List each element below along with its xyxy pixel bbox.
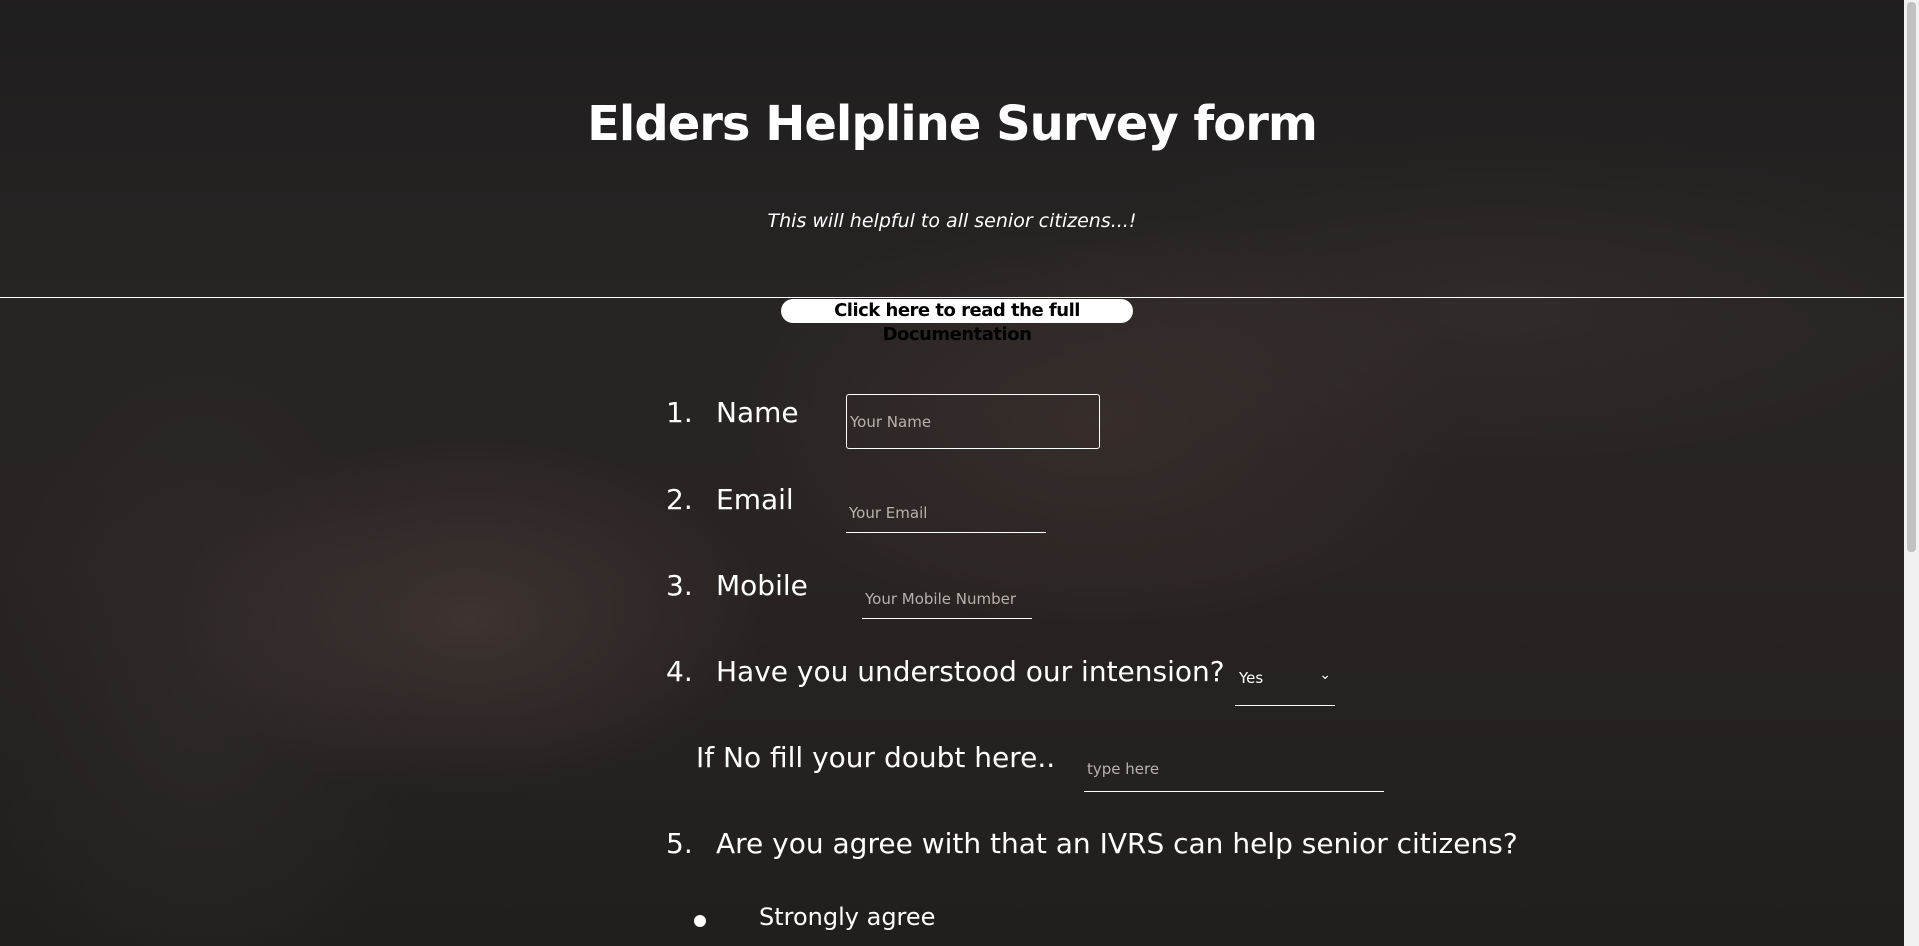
chevron-down-icon: ⌄ xyxy=(1319,667,1331,683)
page-subtitle: This will helpful to all senior citizens… xyxy=(767,210,1137,232)
page-title: Elders Helpline Survey form xyxy=(587,96,1318,152)
question-number: 2. xyxy=(666,483,693,516)
mobile-input[interactable] xyxy=(862,579,1032,619)
question-number: 5. xyxy=(666,827,693,860)
email-label: Email xyxy=(716,483,794,516)
strongly-agree-radio[interactable] xyxy=(694,915,706,927)
vertical-scrollbar[interactable] xyxy=(1904,0,1919,946)
name-input[interactable] xyxy=(846,394,1100,449)
survey-page: Elders Helpline Survey form This will he… xyxy=(0,0,1904,946)
scrollbar-thumb[interactable] xyxy=(1907,2,1916,552)
understood-select[interactable]: Yes ⌄ xyxy=(1235,659,1335,706)
email-input[interactable] xyxy=(846,493,1046,533)
documentation-link[interactable]: Click here to read the full Documentatio… xyxy=(781,299,1133,345)
ivrs-label: Are you agree with that an IVRS can help… xyxy=(716,827,1518,860)
name-label: Name xyxy=(716,396,799,429)
mobile-label: Mobile xyxy=(716,569,808,602)
understood-label: Have you understood our intension? xyxy=(716,655,1225,688)
question-number: 4. xyxy=(666,655,693,688)
header-divider xyxy=(0,297,1904,298)
strongly-agree-label: Strongly agree xyxy=(759,903,936,931)
understood-select-value: Yes xyxy=(1239,669,1264,687)
doubt-input[interactable] xyxy=(1084,746,1384,792)
doubt-label: If No fill your doubt here.. xyxy=(696,741,1056,774)
question-number: 1. xyxy=(666,396,693,429)
question-number: 3. xyxy=(666,569,693,602)
